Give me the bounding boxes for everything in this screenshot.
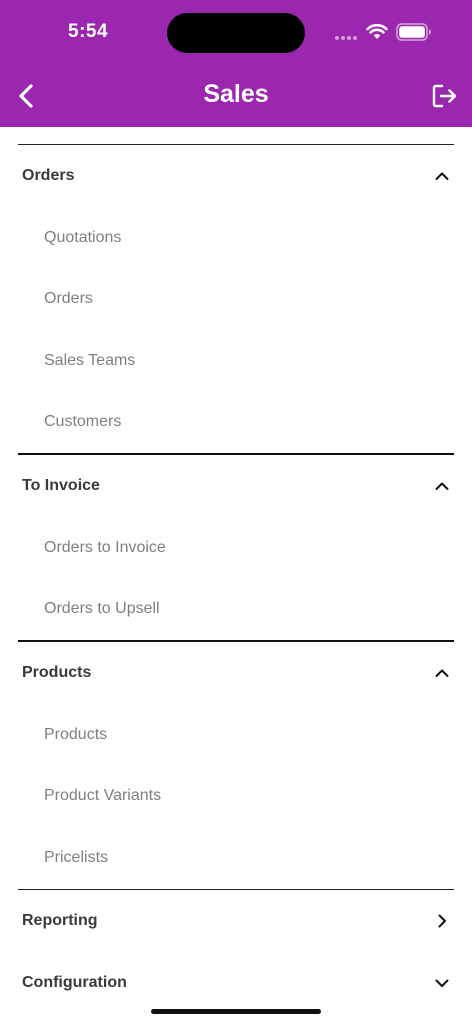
chevron-right-icon xyxy=(438,914,446,927)
sales-menu: Orders Quotations Orders Sales Teams Cus… xyxy=(18,144,454,1014)
page-title: Sales xyxy=(203,80,269,108)
section-header-products[interactable]: Products xyxy=(18,642,454,704)
wifi-icon xyxy=(366,23,388,39)
section-header-configuration[interactable]: Configuration xyxy=(18,952,454,1014)
menu-item-products[interactable]: Products xyxy=(18,704,454,766)
chevron-up-icon xyxy=(435,482,449,490)
menu-item-quotations[interactable]: Quotations xyxy=(18,207,454,269)
chevron-up-icon xyxy=(435,172,449,180)
section-header-reporting[interactable]: Reporting xyxy=(18,890,454,952)
menu-item-orders[interactable]: Orders xyxy=(18,269,454,331)
section-label: Products xyxy=(22,664,92,681)
home-indicator[interactable] xyxy=(151,1009,321,1014)
section-header-orders[interactable]: Orders xyxy=(18,145,454,207)
menu-item-pricelists[interactable]: Pricelists xyxy=(18,827,454,889)
section-label: Configuration xyxy=(22,973,127,991)
section-header-to-invoice[interactable]: To Invoice xyxy=(18,455,454,517)
section-label: Reporting xyxy=(22,911,98,929)
section-label: Orders xyxy=(22,167,75,184)
status-time: 5:54 xyxy=(68,21,109,42)
dynamic-island xyxy=(167,13,305,53)
menu-item-customers[interactable]: Customers xyxy=(18,392,454,454)
menu-item-product-variants[interactable]: Product Variants xyxy=(18,766,454,828)
menu-item-orders-to-invoice[interactable]: Orders to Invoice xyxy=(18,517,454,579)
menu-item-orders-to-upsell[interactable]: Orders to Upsell xyxy=(18,579,454,641)
menu-item-sales-teams[interactable]: Sales Teams xyxy=(18,330,454,392)
battery-icon xyxy=(396,23,431,41)
logout-button[interactable] xyxy=(428,80,462,112)
section-label: To Invoice xyxy=(22,477,100,494)
screen: 5:54 Sales Orders Quotations Orders Sale… xyxy=(0,0,472,1024)
cellular-signal-icon xyxy=(335,36,357,40)
chevron-up-icon xyxy=(435,669,449,677)
app-header: 5:54 Sales xyxy=(0,0,472,127)
chevron-down-icon xyxy=(435,979,449,987)
logout-icon xyxy=(432,84,457,108)
